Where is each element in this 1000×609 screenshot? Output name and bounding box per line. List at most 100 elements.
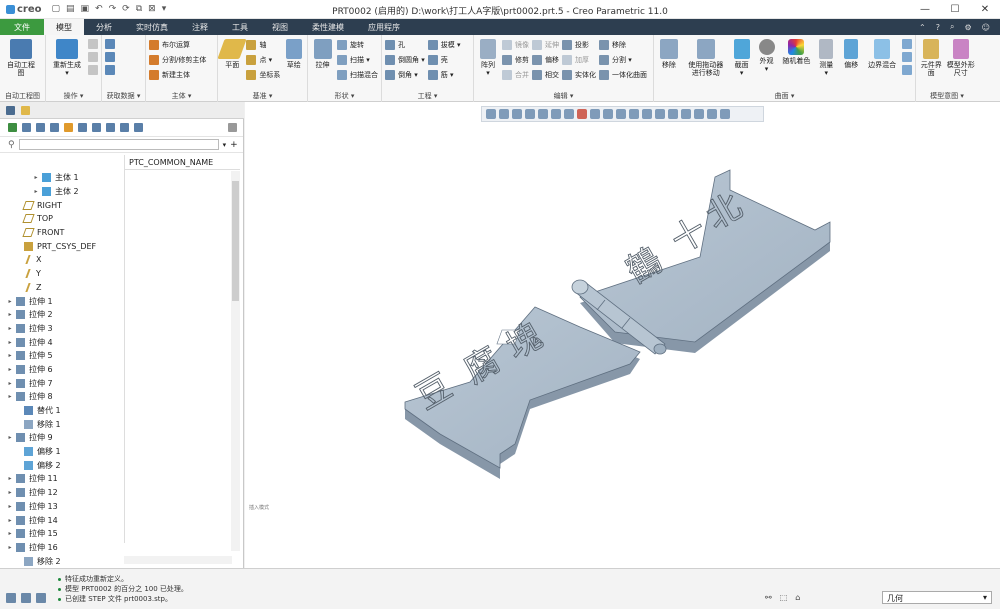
mirror-button[interactable]: 镜像 <box>502 39 529 51</box>
tree-item[interactable]: Z <box>0 281 124 295</box>
trim-button[interactable]: 修剪 <box>502 54 529 66</box>
tree-item[interactable]: 移除 1 <box>0 417 124 431</box>
add-column-icon[interactable]: + <box>230 140 238 150</box>
tree-search-input[interactable] <box>18 139 219 150</box>
folder-browser-tab-icon[interactable] <box>21 105 30 115</box>
surface-tool-icon[interactable] <box>902 52 913 62</box>
revolve-button[interactable]: 旋转 <box>337 39 378 51</box>
options-icon[interactable]: ⚙ <box>964 23 971 32</box>
tree-item[interactable]: 替代 1 <box>0 404 124 418</box>
section-button[interactable]: 截面 ▾ <box>731 37 753 90</box>
measure-button[interactable]: 测量 ▾ <box>815 37 837 90</box>
tree-item[interactable]: ▸ 拉伸 15 <box>0 527 124 541</box>
tab-model[interactable]: 模型 <box>44 19 84 35</box>
expand-arrow-icon[interactable]: ▸ <box>6 298 14 305</box>
tree-item[interactable]: ▸ 拉伸 6 <box>0 363 124 377</box>
auto-drawing-button[interactable]: 自动工程 图 <box>3 37 39 90</box>
expand-arrow-icon[interactable]: ▸ <box>6 544 14 551</box>
column-header[interactable]: PTC_COMMON_NAME <box>125 155 240 170</box>
tree-item[interactable]: ▸ 主体 1 <box>0 171 124 185</box>
collapse-icon[interactable]: ⌃ <box>919 23 926 32</box>
tree-item[interactable]: X <box>0 253 124 267</box>
round-button[interactable]: 倒圆角 ▾ <box>385 54 425 66</box>
expand-arrow-icon[interactable]: ▸ <box>6 434 14 441</box>
tab-file[interactable]: 文件 <box>0 19 44 35</box>
model-dimensions-button[interactable]: 模型外形 尺寸 <box>947 37 975 90</box>
tree-item[interactable]: ▸ 拉伸 12 <box>0 486 124 500</box>
tree-item[interactable]: 移除 2 <box>0 554 124 568</box>
close-window-icon[interactable]: ⊠ <box>148 4 156 14</box>
expand-arrow-icon[interactable]: ▸ <box>6 489 14 496</box>
toggle-tree-icon[interactable] <box>21 593 31 603</box>
solidify-button[interactable]: 实体化 <box>562 69 596 81</box>
expand-arrow-icon[interactable]: ▸ <box>32 188 40 195</box>
tree-item[interactable]: ▸ 拉伸 5 <box>0 349 124 363</box>
tab-analysis[interactable]: 分析 <box>84 19 124 35</box>
tree-item[interactable]: ▸ 拉伸 7 <box>0 376 124 390</box>
split-trim-body-button[interactable]: 分割/修剪主体 <box>149 54 206 66</box>
tree-item[interactable]: ▸ 拉伸 16 <box>0 541 124 555</box>
chamfer-button[interactable]: 倒角 ▾ <box>385 69 425 81</box>
new-icon[interactable]: ▢ <box>52 4 61 14</box>
surface-offset-button[interactable]: 偏移 <box>840 37 862 90</box>
copy-icon[interactable] <box>88 39 98 49</box>
model-tree-tab-icon[interactable] <box>6 105 15 115</box>
expand-arrow-icon[interactable]: ▸ <box>6 503 14 510</box>
highlight-icon[interactable] <box>64 123 73 132</box>
tree-item[interactable]: ▸ 拉伸 4 <box>0 335 124 349</box>
toggle-browser-icon[interactable] <box>36 593 46 603</box>
tree-vertical-scrollbar[interactable] <box>231 171 240 551</box>
expand-arrow-icon[interactable]: ▸ <box>6 393 14 400</box>
pattern-button[interactable]: 阵列 ▾ <box>477 37 499 90</box>
merge-button[interactable]: 合并 <box>502 69 529 81</box>
selection-mode-icon[interactable]: ⬚ <box>780 593 788 602</box>
offset-button[interactable]: 偏移 <box>532 54 559 66</box>
shrinkwrap-icon[interactable] <box>105 65 115 75</box>
tree-settings-icon[interactable] <box>8 123 17 132</box>
show-icon[interactable] <box>22 123 31 132</box>
shell-button[interactable]: 壳 <box>427 54 461 66</box>
tab-live-simulation[interactable]: 实时仿真 <box>124 19 180 35</box>
tree-item[interactable]: ▸ 拉伸 14 <box>0 513 124 527</box>
open-icon[interactable]: ▤ <box>66 4 75 14</box>
csys-button[interactable]: 坐标系 <box>246 69 280 81</box>
column-divider[interactable] <box>124 155 125 543</box>
tree-item[interactable]: TOP <box>0 212 124 226</box>
regenerate-button[interactable]: 重新生成 ▾ <box>49 37 85 90</box>
tree-item[interactable]: ▸ 拉伸 8 <box>0 390 124 404</box>
expand-arrow-icon[interactable]: ▸ <box>6 475 14 482</box>
panel-menu-icon[interactable] <box>228 123 237 132</box>
tree-item[interactable]: ▸ 拉伸 11 <box>0 472 124 486</box>
expand-arrow-icon[interactable]: ▸ <box>6 517 14 524</box>
project-button[interactable]: 投影 <box>562 39 596 51</box>
undo-icon[interactable]: ↶ <box>95 4 103 14</box>
scrollbar-thumb[interactable] <box>232 181 239 301</box>
expand-arrow-icon[interactable]: ▸ <box>6 530 14 537</box>
tree-item[interactable]: Y <box>0 267 124 281</box>
search-icon[interactable]: ⌕ <box>950 22 954 32</box>
remove-button[interactable]: 移除 <box>599 39 647 51</box>
unified-surface-button[interactable]: 一体化曲面 <box>599 69 647 81</box>
extrude-button[interactable]: 拉伸 <box>311 37 334 90</box>
expand-icon[interactable] <box>134 123 143 132</box>
tab-applications[interactable]: 应用程序 <box>356 19 412 35</box>
boundary-blend-button[interactable]: 边界混合 <box>865 37 899 90</box>
tree-item[interactable]: ▸ 主体 2 <box>0 185 124 199</box>
help-icon[interactable]: ? <box>936 23 940 32</box>
tree-item[interactable]: RIGHT <box>0 198 124 212</box>
expand-arrow-icon[interactable]: ▸ <box>6 352 14 359</box>
rib-button[interactable]: 筋 ▾ <box>427 69 461 81</box>
tree-columns-icon[interactable] <box>36 123 45 132</box>
point-button[interactable]: 点 ▾ <box>246 54 280 66</box>
component-interface-button[interactable]: 元件界面 <box>919 37 944 90</box>
redo-icon[interactable]: ↷ <box>109 4 117 14</box>
binoculars-icon[interactable]: ⚯ <box>765 593 772 602</box>
drag-move-button[interactable]: 使用拖动器 进行移动 <box>684 37 728 90</box>
align-icon[interactable] <box>106 123 115 132</box>
windows-icon[interactable]: ⧉ <box>136 4 142 14</box>
tree-item[interactable]: ▸ 拉伸 2 <box>0 308 124 322</box>
appearance-button[interactable]: 外观 ▾ <box>756 37 778 90</box>
tree-item[interactable]: ▸ 拉伸 9 <box>0 431 124 445</box>
boolean-button[interactable]: 布尔运算 <box>149 39 206 51</box>
swept-blend-button[interactable]: 扫描混合 <box>337 69 378 81</box>
